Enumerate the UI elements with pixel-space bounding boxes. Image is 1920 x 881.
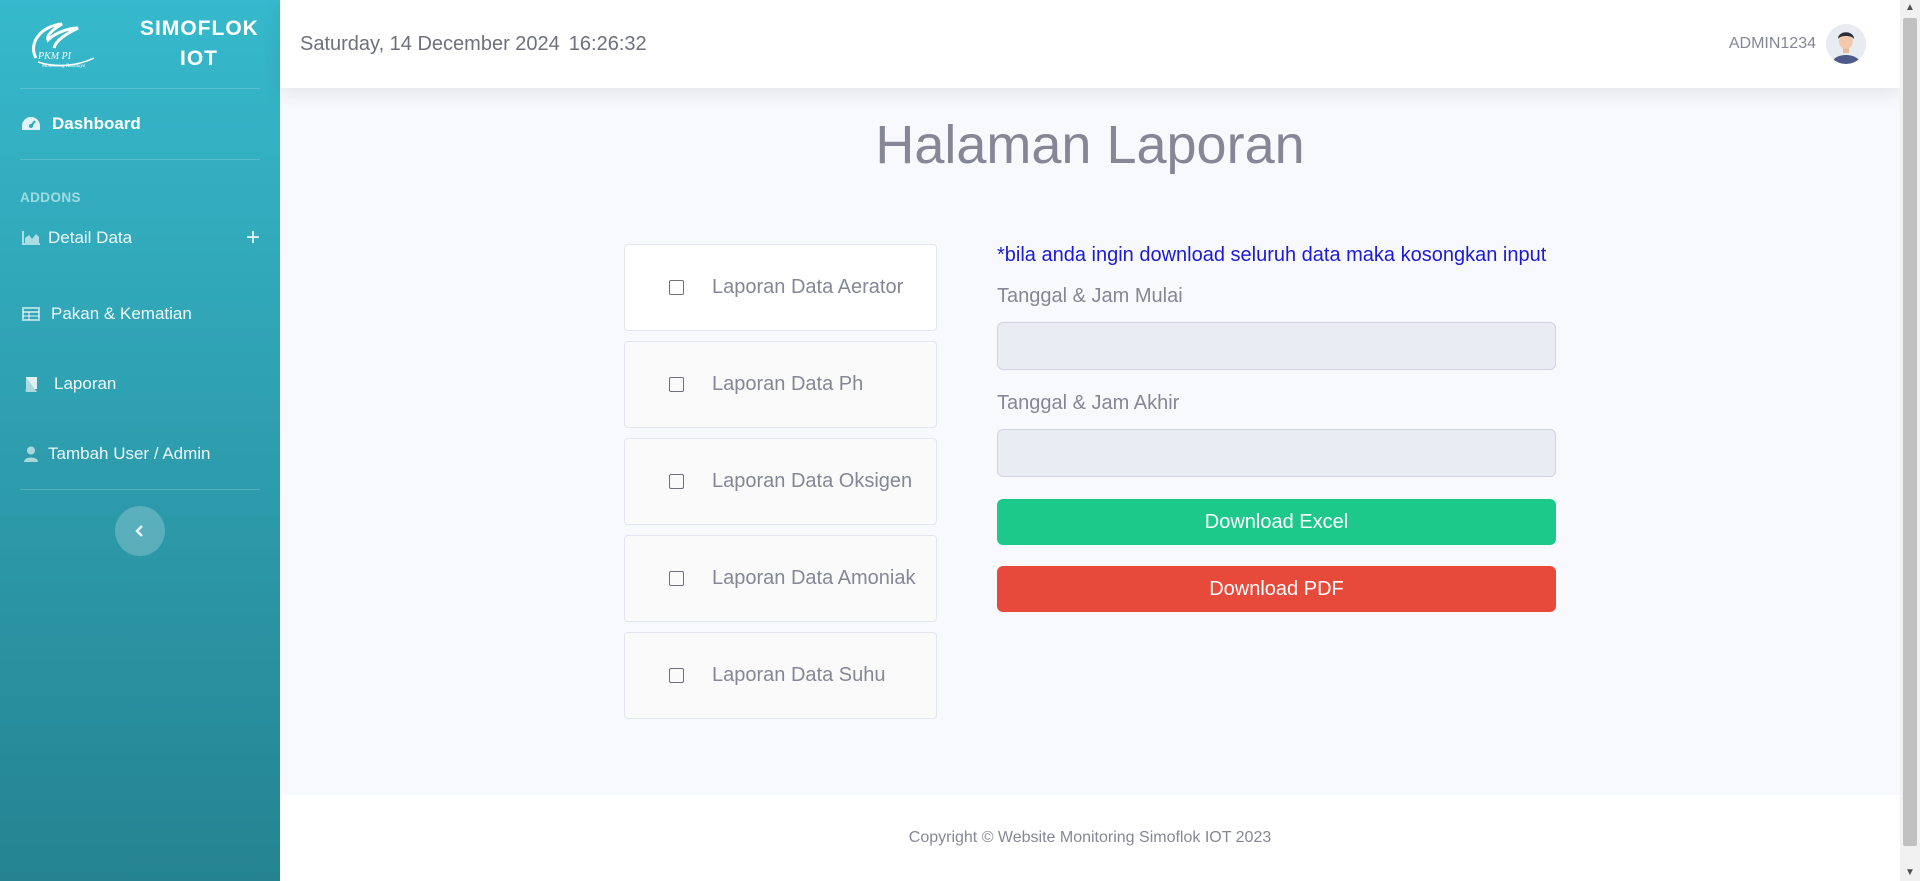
scroll-down-icon[interactable]: ▼ xyxy=(1900,865,1920,881)
report-option-label: Laporan Data Aerator xyxy=(712,276,904,298)
report-option-label: Laporan Data Ph xyxy=(712,373,864,395)
report-option-amoniak[interactable]: Laporan Data Amoniak xyxy=(624,535,937,622)
brand-logo-subtext: Monitoring Budidaya xyxy=(41,64,86,69)
download-pdf-button[interactable]: Download PDF xyxy=(997,566,1556,612)
report-checkbox[interactable] xyxy=(669,377,684,392)
report-option-aerator[interactable]: Laporan Data Aerator xyxy=(624,244,937,331)
tachometer-icon xyxy=(20,115,42,133)
brand-logo-icon: PKM PI Monitoring Budidaya xyxy=(32,22,95,69)
page-title: Halaman Laporan xyxy=(875,115,1305,175)
sidebar-toggle-button[interactable] xyxy=(115,506,165,556)
plus-icon[interactable]: + xyxy=(246,224,260,252)
report-checkbox[interactable] xyxy=(669,571,684,586)
form-note: *bila anda ingin download seluruh data m… xyxy=(997,244,1547,266)
sidebar: PKM PI Monitoring Budidaya SIMOFLOK IOT … xyxy=(0,0,280,881)
topbar-date: Saturday, 14 December 2024 xyxy=(300,32,560,55)
user-menu[interactable]: ADMIN1234 xyxy=(1729,24,1866,64)
sidebar-item-label: Tambah User / Admin xyxy=(48,444,211,463)
start-datetime-label: Tanggal & Jam Mulai xyxy=(997,285,1183,307)
user-name: ADMIN1234 xyxy=(1728,35,1816,52)
table-icon xyxy=(20,305,42,323)
report-option-ph[interactable]: Laporan Data Ph xyxy=(624,341,937,428)
sidebar-item-detail-data[interactable]: Detail Data + xyxy=(0,209,280,267)
report-option-suhu[interactable]: Laporan Data Suhu xyxy=(624,632,937,719)
report-list: Laporan Data Aerator Laporan Data Ph Lap… xyxy=(624,244,937,729)
report-checkbox[interactable] xyxy=(669,474,684,489)
scrollbar-thumb[interactable] xyxy=(1903,18,1917,846)
scroll-up-icon[interactable]: ▲ xyxy=(1900,0,1920,16)
sidebar-item-tambah-user[interactable]: Tambah User / Admin xyxy=(0,419,280,489)
brand-name-line2: IOT xyxy=(180,47,218,70)
report-option-oksigen[interactable]: Laporan Data Oksigen xyxy=(624,438,937,525)
chart-area-icon xyxy=(20,229,42,247)
avatar xyxy=(1826,24,1866,64)
report-checkbox[interactable] xyxy=(669,280,684,295)
brand-name: SIMOFLOK IOT xyxy=(140,14,258,74)
download-excel-button[interactable]: Download Excel xyxy=(997,499,1556,545)
sidebar-item-label: Dashboard xyxy=(52,114,141,133)
report-option-label: Laporan Data Suhu xyxy=(712,664,886,686)
report-option-label: Laporan Data Amoniak xyxy=(712,567,916,589)
brand-logo-text: PKM PI xyxy=(37,51,72,62)
download-form: *bila anda ingin download seluruh data m… xyxy=(997,244,1557,612)
sidebar-item-label: Laporan xyxy=(54,374,117,393)
sidebar-item-laporan[interactable]: Laporan xyxy=(0,349,280,419)
sidebar-item-pakan-kematian[interactable]: Pakan & Kematian xyxy=(0,279,280,349)
topbar-clock: Saturday, 14 December 2024 16:26:32 xyxy=(300,33,647,56)
sidebar-item-label: Detail Data xyxy=(48,228,133,247)
report-option-label: Laporan Data Oksigen xyxy=(712,470,913,492)
sidebar-item-dashboard[interactable]: Dashboard xyxy=(0,89,280,159)
sidebar-item-label: Pakan & Kematian xyxy=(51,304,192,323)
report-checkbox[interactable] xyxy=(669,668,684,683)
brand-name-line1: SIMOFLOK xyxy=(140,17,259,40)
user-icon xyxy=(20,445,42,463)
footer-copyright: Copyright © Website Monitoring Simoflok … xyxy=(908,829,1272,846)
topbar-time: 16:26:32 xyxy=(568,32,647,55)
book-icon xyxy=(20,375,42,393)
sidebar-divider xyxy=(20,489,260,490)
topbar: Saturday, 14 December 2024 16:26:32 ADMIN… xyxy=(280,0,1900,88)
page-scrollbar[interactable]: ▲ ▼ xyxy=(1900,0,1920,881)
chevron-left-icon xyxy=(135,525,143,537)
sidebar-brand[interactable]: PKM PI Monitoring Budidaya SIMOFLOK IOT xyxy=(0,0,280,88)
end-datetime-label: Tanggal & Jam Akhir xyxy=(997,392,1180,414)
footer: Copyright © Website Monitoring Simoflok … xyxy=(280,795,1900,881)
start-datetime-input[interactable] xyxy=(997,322,1556,370)
end-datetime-input[interactable] xyxy=(997,429,1556,477)
sidebar-heading-addons: ADDONS xyxy=(20,190,81,205)
